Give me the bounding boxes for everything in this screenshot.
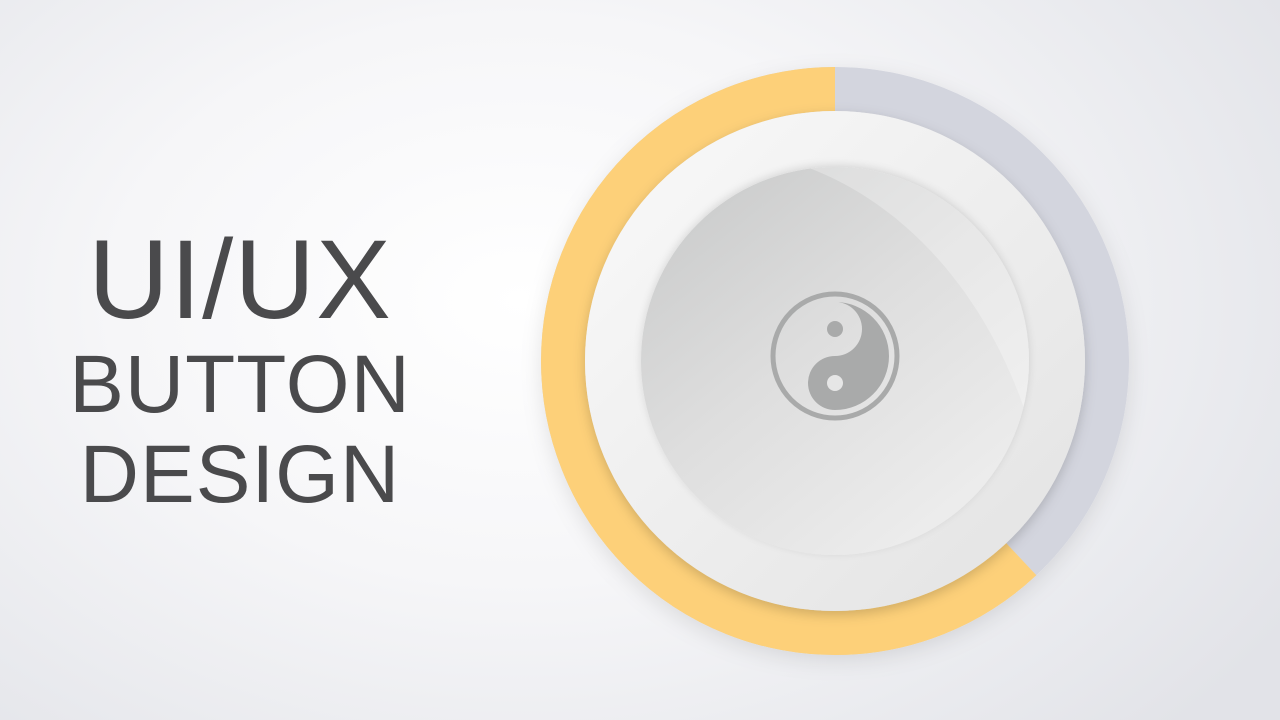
knob-graphic bbox=[541, 67, 1129, 655]
headline-line-3: DESIGN bbox=[79, 429, 401, 520]
headline-line-2: BUTTON bbox=[69, 339, 411, 430]
knob-button[interactable]: 0.62 bbox=[540, 66, 1130, 656]
headline: UI/UX BUTTON DESIGN bbox=[60, 224, 420, 520]
headline-line-1: UI/UX bbox=[88, 217, 392, 342]
